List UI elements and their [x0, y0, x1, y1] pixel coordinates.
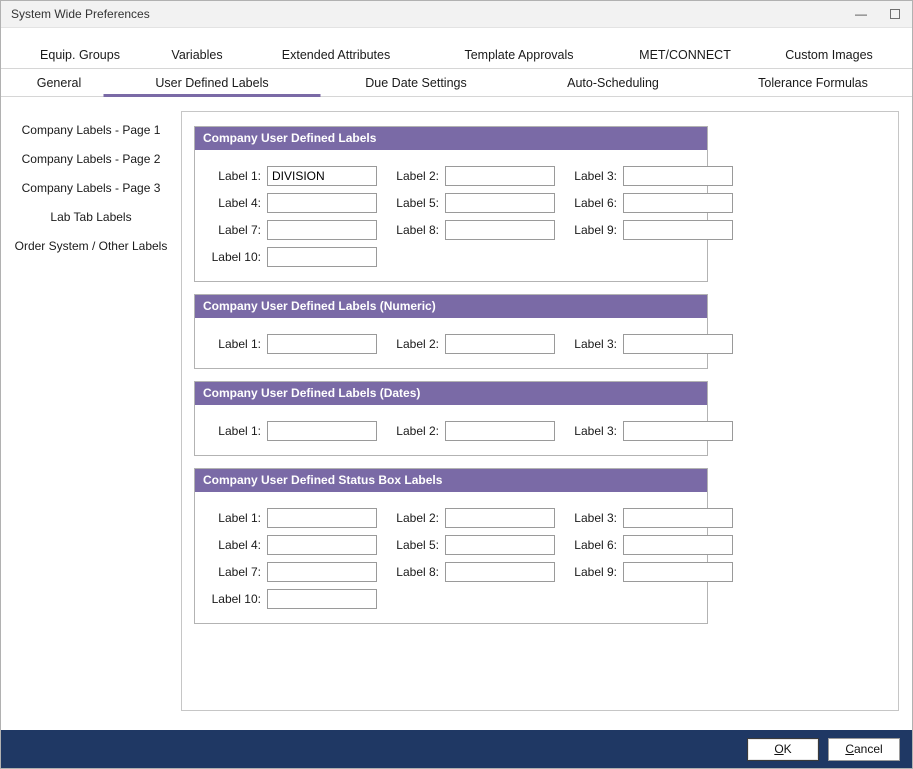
- sidebar-item-company-labels-page-1[interactable]: Company Labels - Page 1: [1, 115, 181, 144]
- group-header: Company User Defined Status Box Labels: [195, 469, 707, 492]
- group-4-label-5-input[interactable]: [445, 535, 555, 555]
- group-1-label-7-input[interactable]: [267, 220, 377, 240]
- group-1-label-8-input[interactable]: [445, 220, 555, 240]
- group-4-label-8-input[interactable]: [445, 562, 555, 582]
- field-label-label-6: Label 6:: [561, 538, 617, 552]
- minimize-icon: —: [855, 7, 867, 21]
- close-button[interactable]: [878, 1, 912, 27]
- tab-row-top: Equip. Groups Variables Extended Attribute…: [1, 42, 912, 69]
- group-2-label-1-input[interactable]: [267, 334, 377, 354]
- field-label-label-6: Label 6:: [561, 196, 617, 210]
- field-label-label-2: Label 2:: [383, 511, 439, 525]
- group-company-user-defined-labels-dates: Company User Defined Labels (Dates)Label…: [194, 381, 708, 456]
- group-2-label-3-input[interactable]: [623, 334, 733, 354]
- tab-custom-images[interactable]: Custom Images: [775, 42, 883, 68]
- group-4-label-7-input[interactable]: [267, 562, 377, 582]
- group-company-user-defined-labels: Company User Defined LabelsLabel 1:Label…: [194, 126, 708, 282]
- field-label-label-1: Label 1:: [205, 337, 261, 351]
- group-3-label-2-input[interactable]: [445, 421, 555, 441]
- group-4-label-6-input[interactable]: [623, 535, 733, 555]
- group-4-label-3-input[interactable]: [623, 508, 733, 528]
- group-1-label-2-input[interactable]: [445, 166, 555, 186]
- content-panel: Company User Defined LabelsLabel 1:Label…: [181, 111, 899, 711]
- field-label-label-2: Label 2:: [383, 424, 439, 438]
- group-header: Company User Defined Labels (Dates): [195, 382, 707, 405]
- group-3-label-1-input[interactable]: [267, 421, 377, 441]
- sidebar-item-company-labels-page-3[interactable]: Company Labels - Page 3: [1, 173, 181, 202]
- field-label-label-1: Label 1:: [205, 169, 261, 183]
- tab-extended-attributes[interactable]: Extended Attributes: [272, 42, 400, 68]
- group-4-label-4-input[interactable]: [267, 535, 377, 555]
- tab-auto-scheduling[interactable]: Auto-Scheduling: [557, 69, 669, 96]
- field-label-label-10: Label 10:: [205, 592, 261, 606]
- field-label-label-3: Label 3:: [561, 424, 617, 438]
- tab-equip-groups[interactable]: Equip. Groups: [30, 42, 130, 68]
- system-wide-preferences-dialog: System Wide Preferences — Equip. Groups V…: [0, 0, 913, 769]
- sidebar-item-order-system-other-labels[interactable]: Order System / Other Labels: [1, 231, 181, 260]
- tab-row-bottom: General User Defined Labels Due Date Setti…: [1, 69, 912, 97]
- tab-due-date-settings[interactable]: Due Date Settings: [355, 69, 476, 96]
- tab-general[interactable]: General: [27, 69, 91, 96]
- group-body: Label 1: Label 2: Label 3: Label 4: Label 5:…: [195, 150, 707, 281]
- field-label-label-8: Label 8:: [383, 223, 439, 237]
- group-company-user-defined-status-box-labels: Company User Defined Status Box LabelsLa…: [194, 468, 708, 624]
- group-1-label-9-input[interactable]: [623, 220, 733, 240]
- field-label-label-3: Label 3:: [561, 511, 617, 525]
- field-label-label-5: Label 5:: [383, 538, 439, 552]
- field-label-label-7: Label 7:: [205, 223, 261, 237]
- tab-met-connect[interactable]: MET/CONNECT: [629, 42, 741, 68]
- group-1-label-4-input[interactable]: [267, 193, 377, 213]
- tab-template-approvals[interactable]: Template Approvals: [454, 42, 583, 68]
- group-1-label-1-input[interactable]: [267, 166, 377, 186]
- field-label-label-4: Label 4:: [205, 538, 261, 552]
- field-label-label-9: Label 9:: [561, 223, 617, 237]
- group-4-label-9-input[interactable]: [623, 562, 733, 582]
- field-label-label-3: Label 3:: [561, 169, 617, 183]
- group-body: Label 1: Label 2: Label 3: Label 4: Label 5:…: [195, 492, 707, 623]
- group-header: Company User Defined Labels: [195, 127, 707, 150]
- group-1-label-6-input[interactable]: [623, 193, 733, 213]
- dialog-footer: OK Cancel: [1, 730, 912, 768]
- group-2-label-2-input[interactable]: [445, 334, 555, 354]
- tab-variables[interactable]: Variables: [161, 42, 232, 68]
- field-label-label-1: Label 1:: [205, 511, 261, 525]
- window-controls: —: [844, 1, 912, 27]
- ok-button[interactable]: OK: [747, 738, 819, 761]
- cancel-button[interactable]: Cancel: [828, 738, 900, 761]
- group-body: Label 1: Label 2: Label 3:: [195, 318, 707, 368]
- sidebar-item-company-labels-page-2[interactable]: Company Labels - Page 2: [1, 144, 181, 173]
- close-icon: [890, 9, 900, 19]
- sidebar-item-lab-tab-labels[interactable]: Lab Tab Labels: [1, 202, 181, 231]
- window-title: System Wide Preferences: [1, 7, 150, 21]
- group-body: Label 1: Label 2: Label 3:: [195, 405, 707, 455]
- field-label-label-2: Label 2:: [383, 337, 439, 351]
- field-label-label-7: Label 7:: [205, 565, 261, 579]
- group-1-label-3-input[interactable]: [623, 166, 733, 186]
- field-label-label-5: Label 5:: [383, 196, 439, 210]
- group-company-user-defined-labels-numeric: Company User Defined Labels (Numeric)Lab…: [194, 294, 708, 369]
- group-1-label-10-input[interactable]: [267, 247, 377, 267]
- tab-user-defined-labels[interactable]: User Defined Labels: [104, 69, 321, 96]
- group-header: Company User Defined Labels (Numeric): [195, 295, 707, 318]
- title-bar: System Wide Preferences —: [1, 1, 912, 28]
- field-label-label-1: Label 1:: [205, 424, 261, 438]
- labels-category-list: Company Labels - Page 1Company Labels - …: [1, 97, 181, 730]
- field-label-label-10: Label 10:: [205, 250, 261, 264]
- field-label-label-3: Label 3:: [561, 337, 617, 351]
- group-4-label-2-input[interactable]: [445, 508, 555, 528]
- group-4-label-1-input[interactable]: [267, 508, 377, 528]
- group-3-label-3-input[interactable]: [623, 421, 733, 441]
- group-4-label-10-input[interactable]: [267, 589, 377, 609]
- group-1-label-5-input[interactable]: [445, 193, 555, 213]
- field-label-label-9: Label 9:: [561, 565, 617, 579]
- field-label-label-8: Label 8:: [383, 565, 439, 579]
- field-label-label-4: Label 4:: [205, 196, 261, 210]
- tab-tolerance-formulas[interactable]: Tolerance Formulas: [748, 69, 878, 96]
- minimize-button[interactable]: —: [844, 1, 878, 27]
- field-label-label-2: Label 2:: [383, 169, 439, 183]
